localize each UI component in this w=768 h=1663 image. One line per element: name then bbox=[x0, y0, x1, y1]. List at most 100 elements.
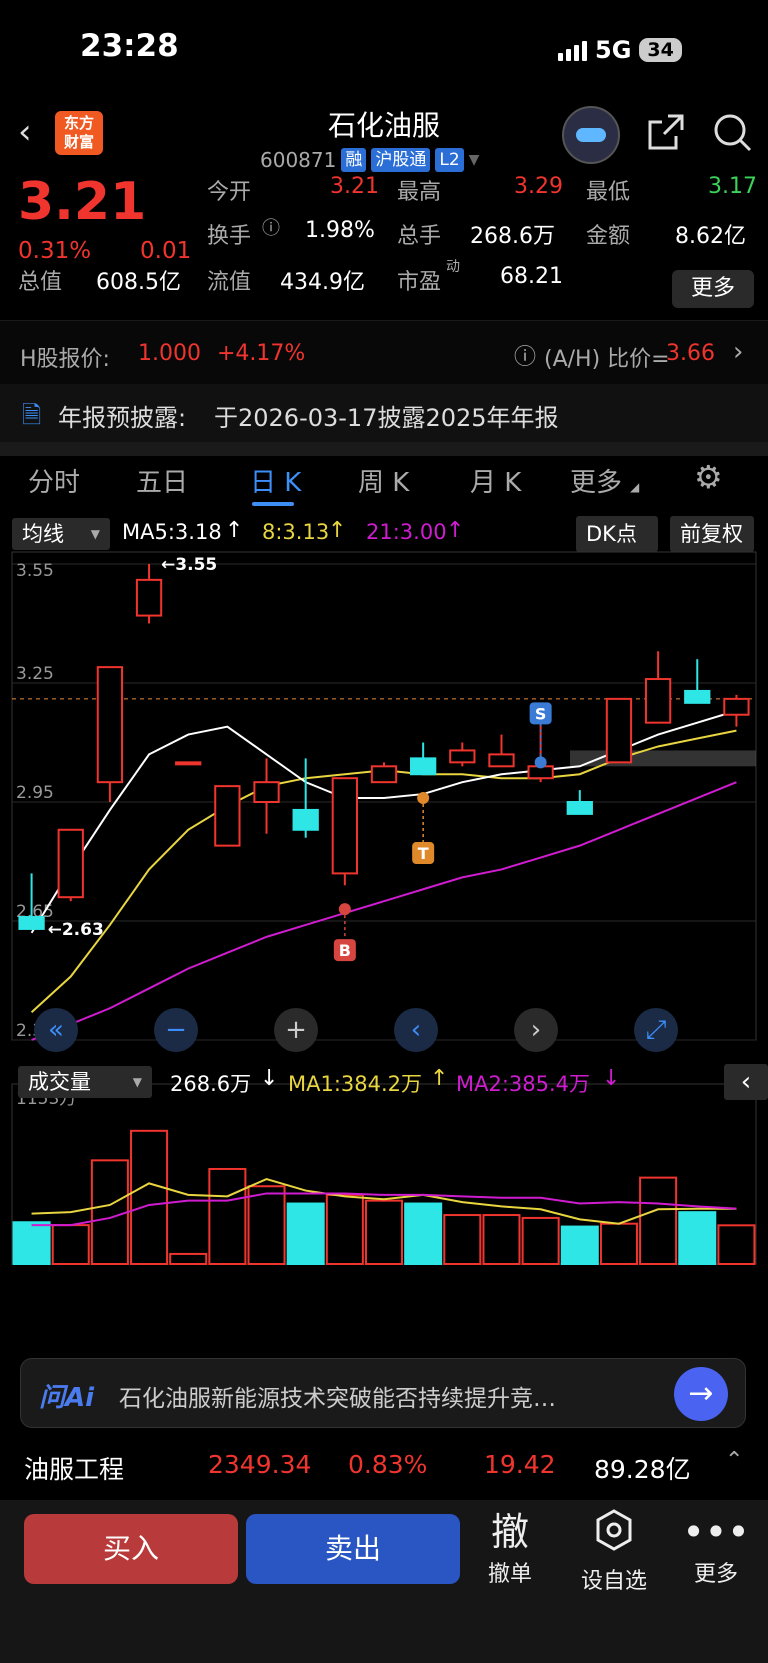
volume-down-arrow-icon: ↓ bbox=[260, 1066, 279, 1091]
price-adjust-button[interactable]: 前复权 bbox=[670, 516, 754, 552]
open-label: 今开 bbox=[207, 180, 252, 205]
volume-bar bbox=[482, 1214, 521, 1266]
buy-button[interactable]: 买入 bbox=[24, 1514, 238, 1584]
tab-weekly-k[interactable]: 周 K bbox=[358, 462, 409, 499]
tab-five-day[interactable]: 五日 bbox=[136, 462, 188, 499]
ma5-value: MA5:3.18 bbox=[122, 520, 222, 544]
candle-body bbox=[135, 578, 163, 617]
candle bbox=[684, 659, 711, 704]
ma21-line bbox=[31, 781, 737, 1041]
search-icon[interactable] bbox=[712, 112, 754, 163]
sector-row[interactable]: 油服工程 2349.34 0.83% 19.42 89.28亿 ⌃ bbox=[0, 1432, 768, 1496]
ai-logo: 问Ai bbox=[39, 1383, 95, 1413]
mktcap-label: 总值 bbox=[18, 270, 63, 295]
help-icon[interactable]: ⓘ bbox=[514, 339, 536, 371]
candle-body bbox=[57, 828, 84, 899]
announcement-label: 年报预披露: bbox=[58, 404, 187, 432]
ma-legend-row: 均线 ▼ MA5:3.18 ↑ 8:3.13 ↑ 21:3.00 ↑ DK点 前复… bbox=[0, 516, 768, 552]
float-label: 流值 bbox=[207, 270, 252, 295]
cancel-order-button[interactable]: 撤 撤单 bbox=[470, 1508, 550, 1588]
candle-body bbox=[410, 757, 437, 776]
scroll-right-icon[interactable]: › bbox=[514, 1008, 558, 1052]
status-bar: 23:28 5G 34 bbox=[0, 0, 768, 100]
low-value: 3.17 bbox=[708, 174, 757, 199]
candle-body bbox=[370, 765, 398, 784]
tab-daily-k[interactable]: 日 K bbox=[250, 462, 301, 499]
open-value: 3.21 bbox=[330, 174, 379, 199]
ah-ratio-label: (A/H) 比价= bbox=[544, 347, 670, 372]
volume-bar bbox=[443, 1214, 482, 1266]
sell-button[interactable]: 卖出 bbox=[246, 1514, 460, 1584]
tab-more-caret-icon: ◢ bbox=[630, 480, 640, 494]
volume-bar bbox=[404, 1202, 443, 1266]
turnover-label: 换手 bbox=[207, 224, 252, 249]
amount-value: 8.62亿 bbox=[675, 224, 746, 249]
sector-index: 2349.34 bbox=[208, 1450, 312, 1479]
candle-body bbox=[18, 916, 45, 930]
pe-label: 市盈 bbox=[397, 270, 442, 295]
scroll-far-left-icon[interactable]: « bbox=[34, 1008, 78, 1052]
dk-point-button[interactable]: DK点 bbox=[576, 516, 658, 552]
h-share-row[interactable]: H股报价: 1.000 +4.17% ⓘ (A/H) 比价= 3.66 › bbox=[0, 320, 768, 384]
candle-body bbox=[253, 781, 280, 804]
candle-body bbox=[449, 749, 476, 764]
dropdown-caret-icon[interactable]: ▼ bbox=[469, 152, 480, 168]
cancel-order-label: 撤单 bbox=[487, 1562, 532, 1587]
candle bbox=[253, 758, 280, 834]
settings-gear-icon[interactable]: ⚙ bbox=[694, 458, 723, 496]
volume-bar bbox=[90, 1159, 129, 1265]
volume-selector[interactable]: 成交量 ▼ bbox=[18, 1066, 152, 1098]
volume-selector-label: 成交量 bbox=[28, 1070, 91, 1094]
high-label: 最高 bbox=[397, 180, 442, 205]
network-label: 5G bbox=[595, 36, 632, 64]
candle bbox=[292, 758, 319, 838]
more-actions-button[interactable]: ••• 更多 bbox=[676, 1508, 756, 1588]
signal-label: S bbox=[535, 704, 547, 723]
price-tick-label: 3.55 bbox=[16, 561, 54, 581]
volume-bar bbox=[12, 1221, 51, 1265]
chevron-right-icon: › bbox=[733, 337, 744, 367]
quote-panel: 3.21 0.31% 0.01 今开 3.21 最高 3.29 最低 3.17 … bbox=[0, 172, 768, 320]
announcement-bar[interactable]: 🗎 年报预披露: 于2026-03-17披露2025年年报 bbox=[0, 384, 768, 442]
share-icon[interactable] bbox=[646, 112, 686, 161]
ai-question-bar[interactable]: 问Ai 石化油服新能源技术突破能否持续提升竞… → bbox=[20, 1358, 746, 1428]
pe-superscript: 动 bbox=[446, 259, 460, 275]
candle bbox=[723, 694, 750, 727]
tab-monthly-k[interactable]: 月 K bbox=[470, 462, 521, 499]
watchlist-icon bbox=[574, 1508, 654, 1563]
dropdown-caret-icon: ▼ bbox=[90, 527, 100, 541]
info-icon[interactable]: ⓘ bbox=[262, 214, 280, 240]
battery-icon: 34 bbox=[639, 38, 682, 62]
tab-more[interactable]: 更多 bbox=[570, 462, 622, 499]
ai-assistant-icon[interactable] bbox=[562, 106, 620, 164]
volume-bar bbox=[130, 1129, 169, 1266]
collapse-panel-icon[interactable]: ‹ bbox=[724, 1064, 768, 1100]
vol-ma2-down-arrow-icon: ↓ bbox=[602, 1066, 621, 1091]
candle bbox=[57, 828, 84, 902]
zoom-in-icon[interactable]: + bbox=[274, 1008, 318, 1052]
more-quote-button[interactable]: 更多 bbox=[672, 270, 754, 308]
tab-intraday[interactable]: 分时 bbox=[28, 462, 80, 499]
trade-bar: 买入 卖出 撤 撤单 设自选 ••• 更多 bbox=[0, 1500, 768, 1663]
more-actions-label: 更多 bbox=[693, 1562, 738, 1587]
zoom-out-icon[interactable]: − bbox=[154, 1008, 198, 1052]
volume-bar bbox=[208, 1167, 247, 1266]
margin-tag: 融 bbox=[341, 148, 367, 172]
ma21-value: 21:3.00 bbox=[366, 520, 447, 544]
candle bbox=[488, 734, 515, 768]
kline-chart[interactable]: 3.553.252.952.652.35←3.55←2.63STB1153万20… bbox=[0, 550, 768, 1293]
connect-tag: 沪股通 bbox=[371, 148, 431, 172]
candle bbox=[605, 697, 633, 764]
fullscreen-icon[interactable]: ⤢ bbox=[634, 1008, 678, 1052]
send-arrow-icon[interactable]: → bbox=[674, 1367, 728, 1421]
price-change: 0.01 bbox=[140, 238, 192, 264]
scroll-left-icon[interactable]: ‹ bbox=[394, 1008, 438, 1052]
candle bbox=[449, 742, 476, 767]
indicator-selector[interactable]: 均线 ▼ bbox=[12, 518, 110, 550]
ma21-up-arrow-icon: ↑ bbox=[446, 518, 465, 543]
volume-bar bbox=[51, 1224, 90, 1266]
volume-label: 总手 bbox=[397, 224, 442, 249]
volume-bar bbox=[639, 1176, 678, 1265]
add-watchlist-button[interactable]: 设自选 bbox=[574, 1508, 654, 1595]
clock: 23:28 bbox=[80, 28, 179, 64]
